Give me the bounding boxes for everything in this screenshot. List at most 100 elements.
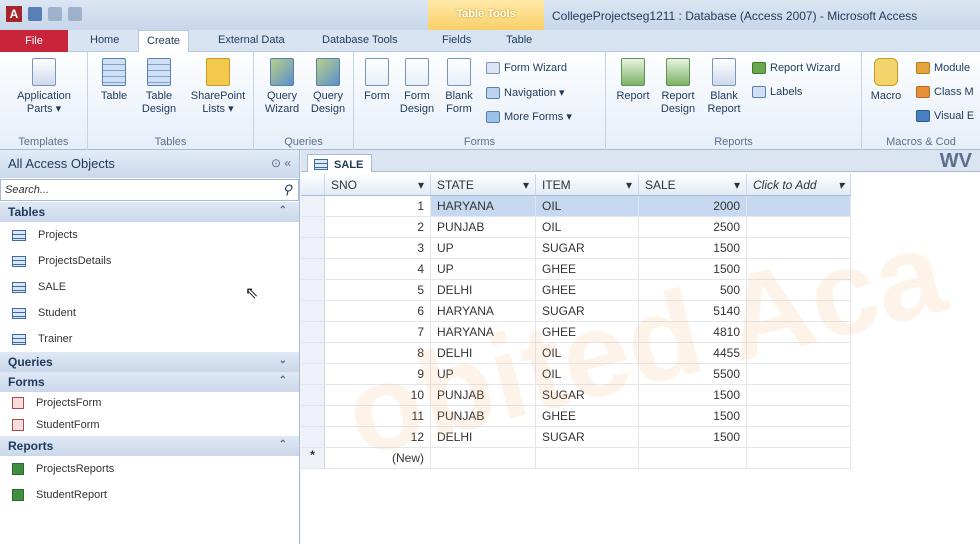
nav-item-form-projectsform[interactable]: ProjectsForm xyxy=(0,392,299,414)
cell-item[interactable]: OIL xyxy=(536,196,639,216)
cell-item[interactable]: OIL xyxy=(536,364,639,384)
table-row[interactable]: 8 DELHI OIL 4455 xyxy=(301,343,851,364)
cell-click-to-add[interactable] xyxy=(747,259,851,279)
blank-report-button[interactable]: Blank Report xyxy=(704,58,744,116)
form-button[interactable]: Form xyxy=(360,58,394,103)
cell-state[interactable]: DELHI xyxy=(431,343,536,363)
cell-click-to-add[interactable] xyxy=(747,427,851,447)
query-design-button[interactable]: Query Design xyxy=(306,58,350,116)
table-row[interactable]: 3 UP SUGAR 1500 xyxy=(301,238,851,259)
cell-click-to-add[interactable] xyxy=(747,301,851,321)
new-record-cell[interactable] xyxy=(431,448,536,468)
table-row[interactable]: 12 DELHI SUGAR 1500 xyxy=(301,427,851,448)
record-selector[interactable] xyxy=(301,343,325,363)
table-row[interactable]: 6 HARYANA SUGAR 5140 xyxy=(301,301,851,322)
cell-item[interactable]: SUGAR xyxy=(536,301,639,321)
tab-fields[interactable]: Fields xyxy=(442,34,471,46)
cell-sale[interactable]: 4455 xyxy=(639,343,747,363)
labels-button[interactable]: Labels xyxy=(752,86,802,98)
cell-state[interactable]: DELHI xyxy=(431,280,536,300)
search-input[interactable]: Search... ⚲ xyxy=(0,179,299,201)
visual-basic-button[interactable]: Visual E xyxy=(916,110,974,122)
query-wizard-button[interactable]: Query Wizard xyxy=(260,58,304,116)
cell-item[interactable]: SUGAR xyxy=(536,385,639,405)
cell-state[interactable]: UP xyxy=(431,259,536,279)
cell-click-to-add[interactable] xyxy=(747,238,851,258)
new-record-cell[interactable]: (New) xyxy=(325,448,431,468)
cell-sale[interactable]: 2500 xyxy=(639,217,747,237)
redo-icon[interactable] xyxy=(68,7,82,21)
cell-state[interactable]: UP xyxy=(431,238,536,258)
cell-sno[interactable]: 7 xyxy=(325,322,431,342)
more-forms-button[interactable]: More Forms ▾ xyxy=(486,110,572,123)
cell-state[interactable]: HARYANA xyxy=(431,301,536,321)
section-forms[interactable]: Forms ⌃ xyxy=(0,372,299,392)
cell-item[interactable]: GHEE xyxy=(536,280,639,300)
nav-item-report-studentreport[interactable]: StudentReport xyxy=(0,482,299,508)
tab-external-data[interactable]: External Data xyxy=(218,34,285,46)
cell-click-to-add[interactable] xyxy=(747,343,851,363)
table-row[interactable]: 10 PUNJAB SUGAR 1500 xyxy=(301,385,851,406)
cell-state[interactable]: HARYANA xyxy=(431,322,536,342)
nav-item-form-studentform[interactable]: StudentForm xyxy=(0,414,299,436)
dropdown-arrow-icon[interactable]: ▾ xyxy=(734,178,740,192)
cell-sale[interactable]: 1500 xyxy=(639,238,747,258)
cell-state[interactable]: UP xyxy=(431,364,536,384)
record-selector[interactable] xyxy=(301,406,325,426)
new-record-cell[interactable] xyxy=(536,448,639,468)
column-header-state[interactable]: STATE ▾ xyxy=(431,174,536,195)
cell-click-to-add[interactable] xyxy=(747,196,851,216)
table-design-button[interactable]: Table Design xyxy=(138,58,180,116)
cell-sno[interactable]: 5 xyxy=(325,280,431,300)
collapse-chevron-icon[interactable]: ⌃ xyxy=(279,205,287,216)
dropdown-arrow-icon[interactable]: ▾ xyxy=(418,178,424,192)
cell-sale[interactable]: 5140 xyxy=(639,301,747,321)
nav-item-table-student[interactable]: Student xyxy=(0,300,299,326)
record-selector[interactable] xyxy=(301,322,325,342)
record-selector[interactable] xyxy=(301,385,325,405)
table-row[interactable]: 9 UP OIL 5500 xyxy=(301,364,851,385)
record-selector[interactable] xyxy=(301,217,325,237)
cell-click-to-add[interactable] xyxy=(747,280,851,300)
blank-form-button[interactable]: Blank Form xyxy=(440,58,478,116)
dropdown-arrow-icon[interactable]: ▾ xyxy=(523,178,529,192)
collapse-chevron-icon[interactable]: ⌃ xyxy=(279,375,287,386)
table-row[interactable]: 7 HARYANA GHEE 4810 xyxy=(301,322,851,343)
cell-state[interactable]: HARYANA xyxy=(431,196,536,216)
cell-sno[interactable]: 4 xyxy=(325,259,431,279)
record-selector[interactable] xyxy=(301,259,325,279)
cell-state[interactable]: PUNJAB xyxy=(431,406,536,426)
record-selector[interactable] xyxy=(301,280,325,300)
select-all-cell[interactable] xyxy=(301,174,325,195)
cell-sno[interactable]: 2 xyxy=(325,217,431,237)
shutter-bar-controls[interactable]: ⊙ « xyxy=(271,156,291,170)
record-selector[interactable] xyxy=(301,364,325,384)
tab-table[interactable]: Table xyxy=(506,34,532,46)
column-header-sale[interactable]: SALE ▾ xyxy=(639,174,747,195)
record-selector[interactable] xyxy=(301,238,325,258)
save-icon[interactable] xyxy=(28,7,42,21)
cell-sno[interactable]: 8 xyxy=(325,343,431,363)
cell-sno[interactable]: 3 xyxy=(325,238,431,258)
cell-item[interactable]: GHEE xyxy=(536,322,639,342)
record-selector[interactable] xyxy=(301,301,325,321)
dropdown-arrow-icon[interactable]: ▾ xyxy=(838,178,844,192)
cell-item[interactable]: OIL xyxy=(536,217,639,237)
section-reports[interactable]: Reports ⌃ xyxy=(0,436,299,456)
sharepoint-lists-button[interactable]: SharePoint Lists ▾ xyxy=(186,58,250,116)
table-button[interactable]: Table xyxy=(96,58,132,103)
document-tab-sale[interactable]: SALE xyxy=(307,154,373,172)
cell-click-to-add[interactable] xyxy=(747,322,851,342)
undo-icon[interactable] xyxy=(48,7,62,21)
record-selector[interactable] xyxy=(301,427,325,447)
new-record-row[interactable]: * (New) xyxy=(301,448,851,469)
search-icon[interactable]: ⚲ xyxy=(282,182,292,198)
report-wizard-button[interactable]: Report Wizard xyxy=(752,62,840,74)
cell-sale[interactable]: 1500 xyxy=(639,259,747,279)
table-row[interactable]: 5 DELHI GHEE 500 xyxy=(301,280,851,301)
tab-home[interactable]: Home xyxy=(90,34,119,46)
new-record-cell[interactable] xyxy=(747,448,851,468)
cell-item[interactable]: OIL xyxy=(536,343,639,363)
collapse-chevron-icon[interactable]: ⌃ xyxy=(279,439,287,450)
cell-item[interactable]: SUGAR xyxy=(536,238,639,258)
